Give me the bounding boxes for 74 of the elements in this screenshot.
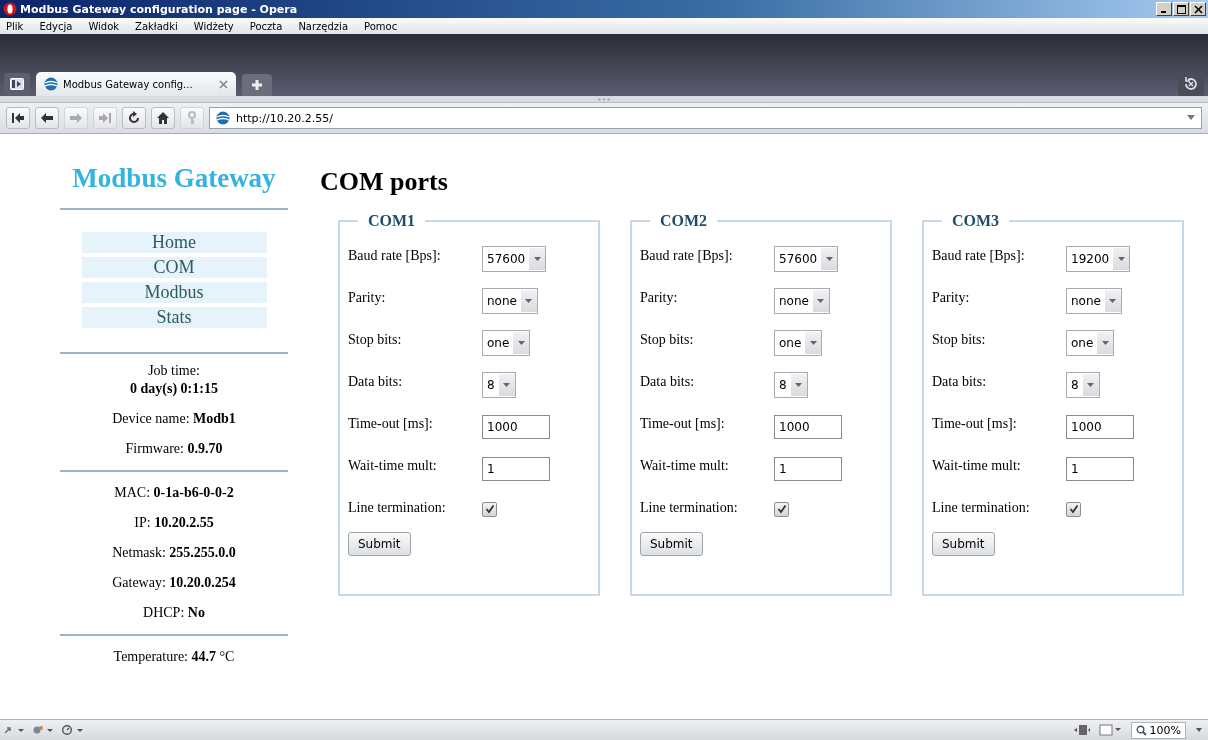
browser-tab[interactable]: Modbus Gateway config... xyxy=(36,72,236,96)
menu-item[interactable]: Zakładki xyxy=(135,20,178,32)
field-label: Wait-time mult: xyxy=(348,458,438,474)
menu-item[interactable]: Widżety xyxy=(193,20,234,32)
dropdown-field[interactable]: 8 xyxy=(1066,372,1100,398)
input-field[interactable]: 1 xyxy=(774,457,842,481)
field-label: Stop bits: xyxy=(640,332,695,348)
field-label: Parity: xyxy=(932,290,971,306)
nav-link[interactable]: Home xyxy=(81,232,267,253)
panel-legend: COM3 xyxy=(942,212,1010,230)
dropdown-field[interactable]: one xyxy=(482,330,531,356)
nav-link[interactable]: Stats xyxy=(81,307,267,328)
dropdown-field[interactable]: none xyxy=(482,288,538,314)
field-label: Baud rate [Bps]: xyxy=(348,248,442,264)
address-field[interactable]: http://10.20.2.55/ xyxy=(209,107,1202,129)
info-text: Device name: Modb1 xyxy=(112,410,236,428)
info-text: IP: 10.20.2.55 xyxy=(134,514,214,532)
field-label: Line termination: xyxy=(932,500,1031,516)
input-field[interactable]: 1000 xyxy=(774,415,842,439)
info-text: Gateway: 10.20.0.254 xyxy=(112,574,236,592)
input-field[interactable]: 1 xyxy=(1066,457,1134,481)
field-label: Stop bits: xyxy=(932,332,987,348)
dropdown-field[interactable]: none xyxy=(1066,288,1122,314)
field-label: Data bits: xyxy=(348,374,404,390)
info-text: MAC: 0-1a-b6-0-0-2 xyxy=(114,484,234,502)
site-title: Modbus Gateway xyxy=(72,162,276,195)
info-text: DHCP: No xyxy=(143,604,205,622)
field-label: Wait-time mult: xyxy=(640,458,730,474)
field-label: Parity: xyxy=(348,290,387,306)
info-value: 0 day(s) 0:1:15 xyxy=(130,380,218,398)
field-label: Line termination: xyxy=(348,500,447,516)
info-label: Job time: xyxy=(148,362,200,380)
menu-item[interactable]: Edycja xyxy=(39,20,73,32)
field-label: Time-out [ms]: xyxy=(348,416,434,432)
field-label: Baud rate [Bps]: xyxy=(640,248,734,264)
dropdown-field[interactable]: 19200 xyxy=(1066,246,1131,272)
input-field[interactable]: 1 xyxy=(482,457,550,481)
nav-link[interactable]: Modbus xyxy=(81,282,267,303)
panel-legend: COM1 xyxy=(358,212,426,230)
zoom-control[interactable]: 100% xyxy=(1130,721,1186,739)
field-label: Data bits: xyxy=(932,374,988,390)
menu-item[interactable]: Pomoc xyxy=(364,20,398,32)
dropdown-field[interactable]: one xyxy=(1066,330,1115,356)
info-text: Temperature: 44.7 °C xyxy=(113,648,235,666)
submit-button[interactable]: Submit xyxy=(640,532,703,556)
dropdown-field[interactable]: 8 xyxy=(774,372,808,398)
menu-item[interactable]: Narzędzia xyxy=(298,20,348,32)
menu-item[interactable]: Widok xyxy=(88,20,120,32)
dropdown-field[interactable]: 57600 xyxy=(482,246,547,272)
field-label: Time-out [ms]: xyxy=(640,416,726,432)
page-heading: COM ports xyxy=(320,166,449,198)
field-label: Baud rate [Bps]: xyxy=(932,248,1026,264)
nav-link[interactable]: COM xyxy=(81,257,267,278)
menu-item[interactable]: Plik xyxy=(6,20,24,32)
field-label: Parity: xyxy=(640,290,679,306)
submit-button[interactable]: Submit xyxy=(348,532,411,556)
field-label: Stop bits: xyxy=(348,332,403,348)
window-title: Modbus Gateway configuration page - Opera xyxy=(20,2,298,16)
dropdown-field[interactable]: one xyxy=(774,330,823,356)
field-label: Data bits: xyxy=(640,374,696,390)
input-field[interactable]: 1000 xyxy=(482,415,550,439)
dropdown-field[interactable]: 8 xyxy=(482,372,516,398)
field-label: Time-out [ms]: xyxy=(932,416,1018,432)
submit-button[interactable]: Submit xyxy=(932,532,995,556)
panel-legend: COM2 xyxy=(650,212,718,230)
info-text: Netmask: 255.255.0.0 xyxy=(112,544,236,562)
info-text: Firmware: 0.9.70 xyxy=(125,440,223,458)
field-label: Wait-time mult: xyxy=(932,458,1022,474)
input-field[interactable]: 1000 xyxy=(1066,415,1134,439)
dropdown-field[interactable]: 57600 xyxy=(774,246,839,272)
tab-title: Modbus Gateway config... xyxy=(63,78,193,90)
dropdown-field[interactable]: none xyxy=(774,288,830,314)
field-label: Line termination: xyxy=(640,500,739,516)
menu-item[interactable]: Poczta xyxy=(249,20,283,32)
